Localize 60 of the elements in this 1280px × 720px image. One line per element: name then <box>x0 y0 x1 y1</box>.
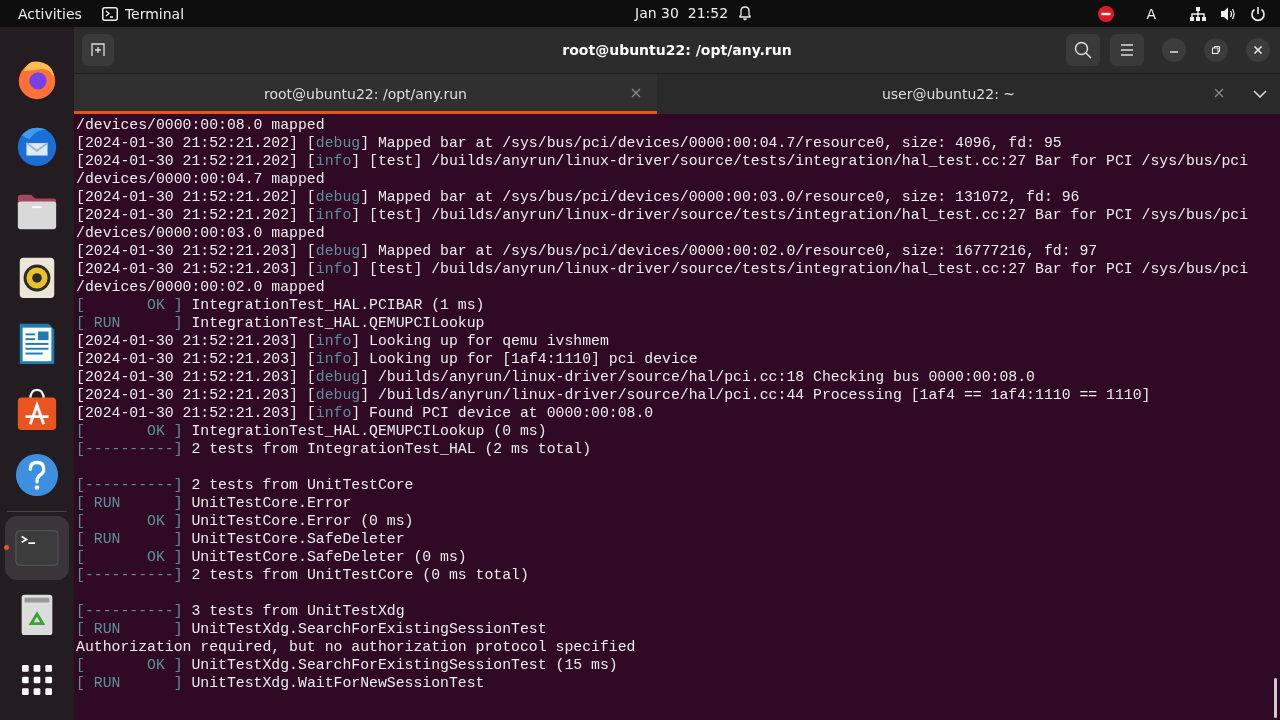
menu-button[interactable] <box>1110 34 1144 66</box>
close-icon <box>1253 45 1263 55</box>
terminal-line: [2024-01-30 21:52:21.202] [debug] Mapped bar at /sys/bus/pci/devices/0000:00:03.0/resource0, size: 131072, fd: 96 <box>76 188 1080 206</box>
no-entry-icon[interactable] <box>1098 5 1115 22</box>
network-icon[interactable] <box>1190 5 1206 22</box>
volume-icon[interactable] <box>1220 5 1236 22</box>
close-tab-icon[interactable] <box>1212 86 1226 100</box>
app-menu[interactable]: Terminal <box>124 5 185 22</box>
tab-list-button[interactable] <box>1240 74 1280 114</box>
terminal-line: [ OK ] UnitTestCore.Error (0 ms) <box>76 512 414 530</box>
scrollbar[interactable] <box>1274 678 1277 718</box>
terminal-line: [2024-01-30 21:52:21.203] [debug] /builds/anyrun/linux-driver/source/hal/pci.cc:18 Checking bus 0000:00:08.0 <box>76 368 1035 386</box>
terminal-line: [ OK ] IntegrationTest_HAL.PCIBAR (1 ms) <box>76 296 485 314</box>
terminal-line: [2024-01-30 21:52:21.203] [debug] Mapped bar at /sys/bus/pci/devices/0000:00:02.0/resource0, size: 16777216, fd: 97 <box>76 242 1098 260</box>
new-tab-button[interactable] <box>82 34 114 66</box>
terminal-line: [2024-01-30 21:52:21.203] [info] Looking up for qemu ivshmem <box>76 332 609 350</box>
power-icon[interactable] <box>1250 5 1266 22</box>
terminal-line: [----------] 3 tests from UnitTestXdg <box>76 602 405 620</box>
terminal-line: [ OK ] UnitTestXdg.SearchForExistingSessionTest (15 ms) <box>76 656 618 674</box>
activities-button[interactable]: Activities <box>18 5 82 22</box>
search-button[interactable] <box>1066 34 1100 66</box>
terminal-line: [----------] 2 tests from UnitTestCore <box>76 476 414 494</box>
terminal-line: [ OK ] UnitTestCore.SafeDeleter (0 ms) <box>76 548 467 566</box>
terminal-line: [ RUN ] UnitTestCore.Error <box>76 494 352 512</box>
window-title: root@ubuntu22: /opt/any.run <box>562 42 792 58</box>
terminal-line: [2024-01-30 21:52:21.202] [info] [test] /builds/anyrun/linux-driver/source/tests/integration/hal_test.cc:27 Bar for PCI /sys/bus/pci <box>76 152 1249 170</box>
minimize-button[interactable] <box>1162 38 1186 62</box>
terminal-line: [2024-01-30 21:52:21.203] [info] Looking up for [1af4:1110] pci device <box>76 350 698 368</box>
chevron-down-icon <box>1253 90 1267 98</box>
terminal-tab[interactable]: user@ubuntu22: ~ <box>657 74 1240 114</box>
terminal-line: [ RUN ] UnitTestXdg.SearchForExistingSessionTest <box>76 620 547 638</box>
terminal-tab[interactable]: root@ubuntu22: /opt/any.run <box>74 74 657 114</box>
terminal-line: [2024-01-30 21:52:21.203] [info] [test] /builds/anyrun/linux-driver/source/tests/integration/hal_test.cc:27 Bar for PCI /sys/bus/pci <box>76 260 1249 278</box>
bell-icon <box>738 5 753 21</box>
terminal-line: /devices/0000:00:03.0 mapped <box>76 224 325 242</box>
close-tab-icon[interactable] <box>629 86 643 100</box>
terminal-line: /devices/0000:00:02.0 mapped <box>76 278 325 296</box>
terminal-line: [ OK ] IntegrationTest_HAL.QEMUPCILookup (0 ms) <box>76 422 547 440</box>
terminal-line: Authorization required, but no authorization protocol specified <box>76 638 636 656</box>
terminal-icon <box>101 6 118 21</box>
input-source-indicator[interactable]: A <box>1146 5 1156 22</box>
terminal-line: /devices/0000:00:08.0 mapped <box>76 116 325 134</box>
terminal-line: [ RUN ] UnitTestXdg.WaitForNewSessionTest <box>76 674 485 692</box>
new-tab-icon <box>90 42 106 58</box>
restore-button[interactable] <box>1204 38 1228 62</box>
clock[interactable]: Jan 30 21:52 <box>635 5 729 21</box>
terminal-line: /devices/0000:00:04.7 mapped <box>76 170 325 188</box>
terminal-line: [2024-01-30 21:52:21.203] [info] Found PCI device at 0000:00:08.0 <box>76 404 654 422</box>
search-icon <box>1074 41 1092 59</box>
terminal-line: [----------] 2 tests from IntegrationTest_HAL (2 ms total) <box>76 440 592 458</box>
terminal-line: [ RUN ] UnitTestCore.SafeDeleter <box>76 530 405 548</box>
terminal-line: [2024-01-30 21:52:21.202] [info] [test] /builds/anyrun/linux-driver/source/tests/integration/hal_test.cc:27 Bar for PCI /sys/bus/pci <box>76 206 1249 224</box>
terminal-line: [2024-01-30 21:52:21.203] [debug] /builds/anyrun/linux-driver/source/hal/pci.cc:44 Processing [1af4 == 1af4:1110 == 1110] <box>76 386 1151 404</box>
terminal-line: [ RUN ] IntegrationTest_HAL.QEMUPCILookup <box>76 314 485 332</box>
menu-icon <box>1119 43 1135 57</box>
close-button[interactable] <box>1246 38 1270 62</box>
help-icon[interactable] <box>14 452 60 498</box>
terminal-line: [2024-01-30 21:52:21.202] [debug] Mapped bar at /sys/bus/pci/devices/0000:00:04.7/resource0, size: 4096, fd: 95 <box>76 134 1062 152</box>
restore-icon <box>1211 45 1221 55</box>
terminal-line: [----------] 2 tests from UnitTestCore (0 ms total) <box>76 566 529 584</box>
